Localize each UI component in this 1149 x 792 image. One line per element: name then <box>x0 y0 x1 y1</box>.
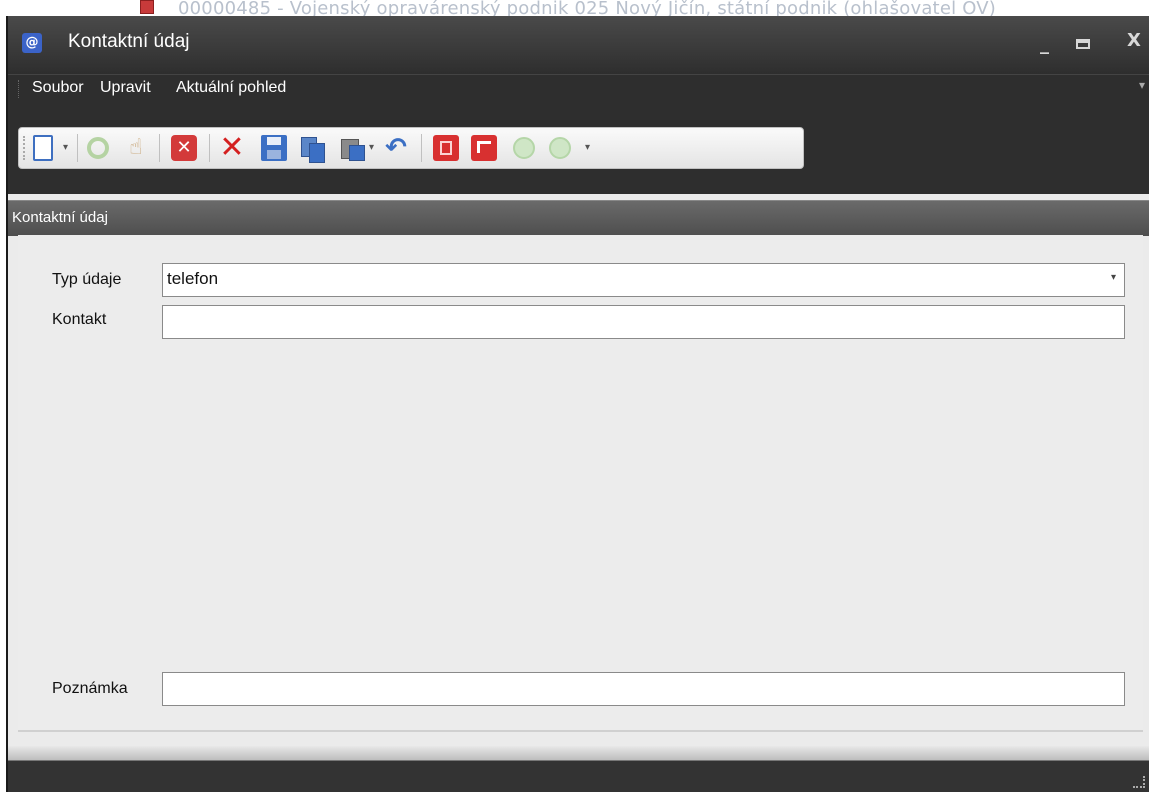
maximize-button[interactable] <box>1076 39 1090 49</box>
toolbar: ▾ ☝ ✕ ✕ ▾ ↶ ▾ <box>18 127 804 169</box>
menu-soubor[interactable]: Soubor <box>32 79 84 97</box>
save-icon[interactable] <box>261 135 287 161</box>
new-document-icon[interactable] <box>33 135 53 161</box>
undo-icon[interactable]: ↶ <box>383 135 409 161</box>
toolbar-separator <box>421 134 422 162</box>
hand-icon[interactable]: ☝ <box>123 135 149 161</box>
new-dropdown-icon[interactable]: ▾ <box>63 142 68 153</box>
paste-icon[interactable] <box>339 135 365 161</box>
minimize-button[interactable]: _ <box>1040 34 1049 55</box>
toolbar-overflow-icon[interactable]: ▾ <box>585 142 590 153</box>
note-label: Poznámka <box>52 680 128 697</box>
menu-grip <box>18 80 22 98</box>
add-circle-icon[interactable] <box>513 137 535 159</box>
toolbar-grip <box>23 136 25 160</box>
note-input[interactable] <box>162 672 1125 706</box>
contact-input[interactable] <box>162 305 1125 339</box>
background-app-icon <box>140 0 154 14</box>
close-button[interactable]: X <box>1127 30 1141 51</box>
resize-grip-icon[interactable] <box>1133 776 1145 788</box>
toolbar-separator <box>159 134 160 162</box>
export-icon[interactable] <box>471 135 497 161</box>
menu-upravit[interactable]: Upravit <box>100 79 151 97</box>
menu-aktualni-pohled[interactable]: Aktuální pohled <box>176 79 286 97</box>
delete-icon[interactable]: ✕ <box>219 133 245 163</box>
panel-header: Kontaktní údaj <box>8 200 1149 236</box>
cancel-icon[interactable]: ✕ <box>171 135 197 161</box>
paste-dropdown-icon[interactable]: ▾ <box>369 142 374 153</box>
title-bar[interactable]: @ Kontaktní údaj _ X <box>8 16 1149 74</box>
contact-icon: @ <box>22 33 42 53</box>
toolbar-area: ▾ ☝ ✕ ✕ ▾ ↶ ▾ <box>8 102 1149 194</box>
content-panel: Kontaktní údaj Typ údaje telefon ▾ Konta… <box>8 194 1149 746</box>
refresh-icon[interactable] <box>87 137 109 159</box>
contact-form: Typ údaje telefon ▾ Kontakt Poznámka <box>18 235 1143 730</box>
status-bar-top <box>8 746 1149 761</box>
type-label: Typ údaje <box>52 271 122 288</box>
type-value: telefon <box>167 269 219 288</box>
menu-overflow-icon[interactable]: ▾ <box>1139 78 1145 92</box>
toolbar-separator <box>209 134 210 162</box>
panel-title: Kontaktní údaj <box>12 209 108 226</box>
report-icon[interactable] <box>433 135 459 161</box>
copy-icon[interactable] <box>299 135 325 163</box>
window-title: Kontaktní údaj <box>68 31 190 52</box>
contact-label: Kontakt <box>52 311 107 328</box>
form-divider <box>18 730 1143 732</box>
down-circle-icon[interactable] <box>549 137 571 159</box>
toolbar-separator <box>77 134 78 162</box>
menu-bar: Soubor Upravit Aktuální pohled ▾ <box>8 74 1149 103</box>
type-combobox[interactable]: telefon ▾ <box>162 263 1125 297</box>
chevron-down-icon[interactable]: ▾ <box>1111 272 1116 283</box>
contact-window: @ Kontaktní údaj _ X Soubor Upravit Aktu… <box>6 16 1149 792</box>
status-bar <box>8 746 1149 792</box>
